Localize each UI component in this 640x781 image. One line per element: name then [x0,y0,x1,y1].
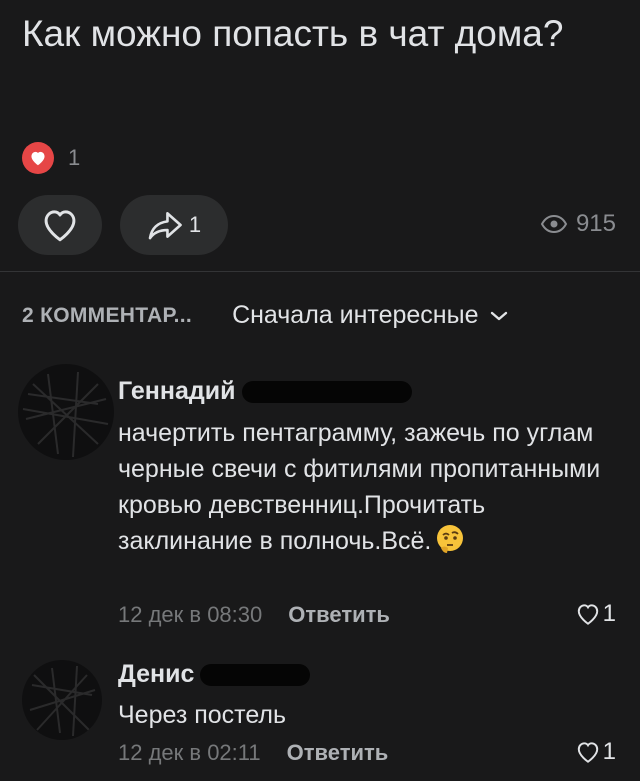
avatar[interactable] [18,364,114,460]
views-count: 915 [575,210,616,237]
sort-dropdown[interactable]: Сначала интересные [232,301,508,330]
post-title: Как можно попасть в чат дома? [22,13,564,54]
comment-date: 12 дек в 08:30 [118,602,263,627]
reaction-count: 1 [68,145,81,170]
comment-date: 12 дек в 02:11 [118,740,261,765]
comment-text: начертить пентаграмму, зажечь по углам ч… [118,419,601,555]
chevron-down-icon [491,311,508,320]
comment-author[interactable]: Денис [118,660,194,689]
sort-label: Сначала интересные [232,301,479,329]
share-count: 1 [188,212,202,237]
comments-count: 2 КОММЕНТАР... [22,303,193,327]
comment-like-count: 1 [602,738,616,765]
comment-like-button[interactable]: 1 [575,600,616,628]
comments-header: 2 КОММЕНТАР... Сначала интересные [22,301,616,330]
reply-button[interactable]: Ответить [288,602,390,628]
heart-outline-icon [577,742,598,763]
redacted-surname [200,663,311,686]
share-arrow-icon [148,212,182,240]
thinking-face-emoji-icon [437,525,464,553]
avatar[interactable] [22,660,102,740]
eye-icon [540,214,568,234]
share-button[interactable]: 1 [120,195,228,255]
reactions-summary[interactable]: 1 [22,142,80,174]
comment-text: Через постель [118,701,287,729]
comment-like-button[interactable]: 1 [575,738,616,766]
heart-outline-icon [577,604,598,625]
redacted-surname [241,380,412,403]
heart-outline-icon [44,210,76,242]
comment-author[interactable]: Геннадий [118,377,236,406]
comment-like-count: 1 [602,600,616,627]
heart-reaction-icon [22,142,54,174]
reply-button[interactable]: Ответить [287,740,389,766]
divider [0,271,640,272]
views-counter: 915 [540,210,616,238]
like-button[interactable] [18,195,102,255]
